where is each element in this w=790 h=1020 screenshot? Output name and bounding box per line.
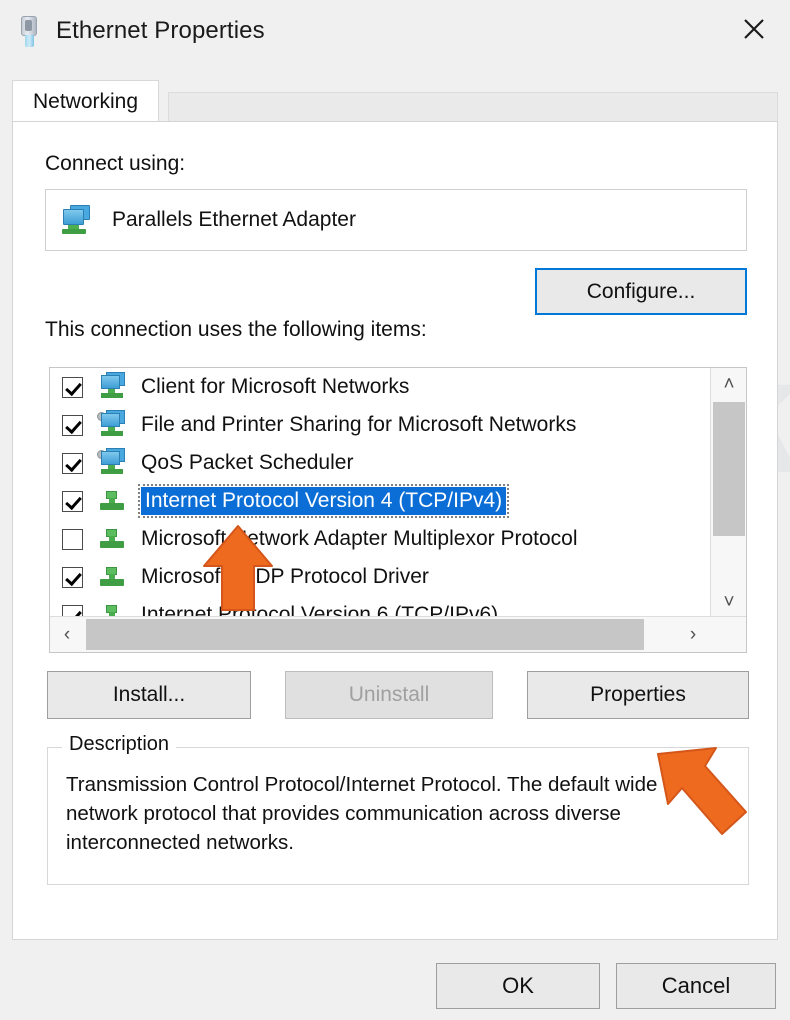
tab-networking[interactable]: Networking (12, 80, 160, 122)
properties-button-label: Properties (590, 683, 686, 706)
ethernet-properties-dialog: pcrisk risk.com Ethernet Properties Netw… (0, 0, 790, 1020)
horizontal-scrollbar[interactable]: ‹ › (50, 616, 746, 652)
checkbox[interactable] (62, 414, 83, 436)
list-item[interactable]: Microsoft Network Adapter Multiplexor Pr… (50, 520, 710, 558)
protocol-icon (97, 562, 129, 592)
description-text: Transmission Control Protocol/Internet P… (66, 773, 705, 855)
description-legend: Description (62, 733, 177, 756)
tab-networking-label: Networking (33, 89, 139, 113)
list-item-label: File and Printer Sharing for Microsoft N… (141, 413, 577, 436)
checkbox[interactable] (62, 490, 83, 512)
ok-button[interactable]: OK (436, 963, 600, 1009)
configure-button[interactable]: Configure... (535, 268, 747, 315)
ok-button-label: OK (502, 973, 534, 998)
computer-gear-icon (97, 448, 129, 478)
scroll-up-icon[interactable]: ˄ (711, 368, 746, 400)
uninstall-button: Uninstall (285, 671, 493, 719)
components-list-area: Client for Microsoft Networks File and P… (50, 368, 710, 618)
list-item[interactable]: Client for Microsoft Networks (50, 368, 710, 406)
items-label: This connection uses the following items… (45, 318, 427, 341)
list-item-label: Microsoft Network Adapter Multiplexor Pr… (141, 527, 578, 550)
protocol-icon (97, 486, 129, 516)
scroll-right-glyph: › (689, 624, 697, 645)
ethernet-plug-icon (16, 14, 42, 48)
network-adapter-icon (60, 204, 94, 236)
list-item-label: Internet Protocol Version 4 (TCP/IPv4) (137, 484, 510, 518)
window-title: Ethernet Properties (56, 17, 265, 44)
vertical-scrollbar[interactable]: ˄ ˅ (710, 368, 746, 618)
checkbox[interactable] (62, 376, 83, 398)
properties-button[interactable]: Properties (527, 671, 749, 719)
checkbox[interactable] (62, 528, 83, 550)
tab-strip-filler (168, 92, 778, 122)
adapter-name: Parallels Ethernet Adapter (112, 208, 356, 231)
tab-strip: Networking (12, 80, 778, 122)
title-bar: Ethernet Properties (0, 0, 790, 62)
cancel-button[interactable]: Cancel (616, 963, 776, 1009)
adapter-field[interactable]: Parallels Ethernet Adapter (45, 189, 747, 251)
list-item-label: Client for Microsoft Networks (141, 375, 410, 398)
scroll-down-glyph: ˅ (723, 591, 735, 613)
scroll-down-icon[interactable]: ˅ (711, 586, 746, 618)
scroll-left-glyph: ‹ (63, 624, 71, 645)
description-group: Description Transmission Control Protoco… (47, 733, 749, 885)
uninstall-button-label: Uninstall (348, 683, 430, 706)
list-item[interactable]: QoS Packet Scheduler (50, 444, 710, 482)
scroll-left-icon[interactable]: ‹ (50, 617, 84, 652)
connect-using-label: Connect using: (45, 152, 186, 175)
list-item-label: Microsoft LLDP Protocol Driver (141, 565, 429, 588)
scroll-up-glyph: ˄ (723, 373, 735, 395)
protocol-icon (97, 524, 129, 554)
networking-tab-panel: Connect using: Parallels Ethernet Adapte… (12, 121, 778, 940)
checkbox[interactable] (62, 452, 83, 474)
close-icon[interactable] (718, 0, 790, 58)
list-item[interactable]: File and Printer Sharing for Microsoft N… (50, 406, 710, 444)
checkbox[interactable] (62, 566, 83, 588)
install-button-label: Install... (112, 683, 186, 706)
computer-gear-icon (97, 410, 129, 440)
list-item[interactable]: Internet Protocol Version 6 (TCP/IPv6) (50, 596, 710, 618)
vertical-scrollbar-thumb[interactable] (713, 402, 745, 536)
configure-button-label: Configure... (586, 279, 696, 303)
list-item[interactable]: Microsoft LLDP Protocol Driver (50, 558, 710, 596)
components-listbox[interactable]: Client for Microsoft Networks File and P… (49, 367, 747, 653)
cancel-button-label: Cancel (661, 973, 731, 998)
computer-icon (97, 372, 129, 402)
install-button[interactable]: Install... (47, 671, 251, 719)
list-item-label: QoS Packet Scheduler (141, 451, 354, 474)
list-item-selected[interactable]: Internet Protocol Version 4 (TCP/IPv4) (50, 482, 710, 520)
horizontal-scrollbar-thumb[interactable] (86, 619, 644, 650)
scroll-right-icon[interactable]: › (676, 617, 710, 652)
